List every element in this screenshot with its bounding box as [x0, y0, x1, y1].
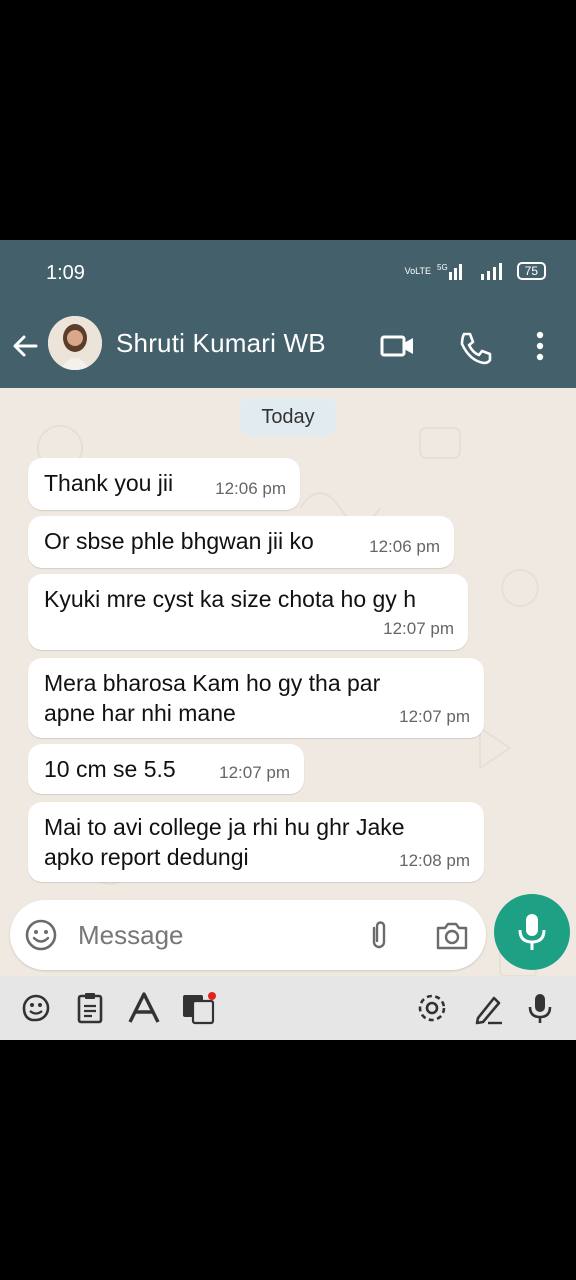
voice-input-icon[interactable]	[522, 990, 558, 1026]
message-text-line-1: Mai to avi college ja rhi hu ghr Jake	[44, 814, 405, 840]
message-bubble[interactable]: Or sbse phle bhgwan jii ko 12:06 pm	[28, 516, 454, 568]
message-text: Kyuki mre cyst ka size chota ho gy h	[44, 586, 416, 612]
clipboard-icon[interactable]	[72, 990, 108, 1026]
message-bubble[interactable]: Mera bharosa Kam ho gy tha par apne har …	[28, 658, 484, 738]
status-bar: 1:09 VoLTE 5G 75	[0, 240, 576, 306]
voice-message-button[interactable]	[494, 894, 570, 970]
signal-icon	[480, 263, 502, 280]
5g-label: 5G	[437, 263, 448, 272]
battery-icon: 75	[516, 262, 546, 280]
keyboard-toolbar	[0, 976, 576, 1040]
chat-screen: 1:09 VoLTE 5G 75 Shruti Kumari WB Today …	[0, 240, 576, 1040]
message-text: Or sbse phle bhgwan jii ko	[44, 528, 314, 554]
message-time: 12:07 pm	[399, 707, 470, 726]
message-text-line-2: apko report dedungi	[44, 844, 249, 870]
system-icons: VoLTE 5G 75	[405, 262, 546, 280]
status-time: 1:09	[46, 262, 85, 284]
message-bubble[interactable]: 10 cm se 5.5 12:07 pm	[28, 744, 304, 794]
message-bubble[interactable]: Thank you jii 12:06 pm	[28, 458, 300, 510]
more-options-icon[interactable]	[520, 326, 560, 366]
emoji-icon[interactable]	[24, 918, 58, 952]
message-time: 12:08 pm	[399, 851, 470, 870]
settings-icon[interactable]	[414, 990, 450, 1026]
message-time: 12:07 pm	[383, 619, 454, 638]
microphone-icon	[518, 914, 546, 950]
back-arrow-icon[interactable]	[8, 328, 44, 364]
message-text: Thank you jii	[44, 470, 174, 496]
video-call-icon[interactable]	[378, 326, 418, 366]
message-input[interactable]: Message	[78, 920, 184, 951]
translate-icon[interactable]	[180, 990, 216, 1026]
message-time: 12:06 pm	[215, 479, 286, 498]
camera-icon[interactable]	[434, 918, 470, 952]
phone-call-icon[interactable]	[454, 326, 494, 366]
contact-avatar[interactable]	[48, 316, 102, 370]
date-divider: Today	[240, 398, 336, 436]
avatar-image	[48, 316, 102, 370]
message-text: 10 cm se 5.5	[44, 756, 176, 782]
handwriting-icon[interactable]	[470, 990, 506, 1026]
message-bubble[interactable]: Kyuki mre cyst ka size chota ho gy h 12:…	[28, 574, 468, 650]
contact-name[interactable]: Shruti Kumari WB	[116, 328, 326, 359]
message-composer[interactable]: Message	[10, 900, 486, 970]
volte-icon: VoLTE	[404, 265, 431, 276]
message-bubble[interactable]: Mai to avi college ja rhi hu ghr Jake ap…	[28, 802, 484, 882]
chat-header: Shruti Kumari WB	[0, 306, 576, 388]
message-time: 12:06 pm	[369, 537, 440, 556]
sticker-icon[interactable]	[18, 990, 54, 1026]
signal-5g-icon: 5G	[437, 263, 462, 280]
attach-icon[interactable]	[362, 918, 396, 952]
message-text-line-2: apne har nhi mane	[44, 700, 236, 726]
message-text-line-1: Mera bharosa Kam ho gy tha par	[44, 670, 381, 696]
font-icon[interactable]	[126, 990, 162, 1026]
message-time: 12:07 pm	[219, 763, 290, 782]
